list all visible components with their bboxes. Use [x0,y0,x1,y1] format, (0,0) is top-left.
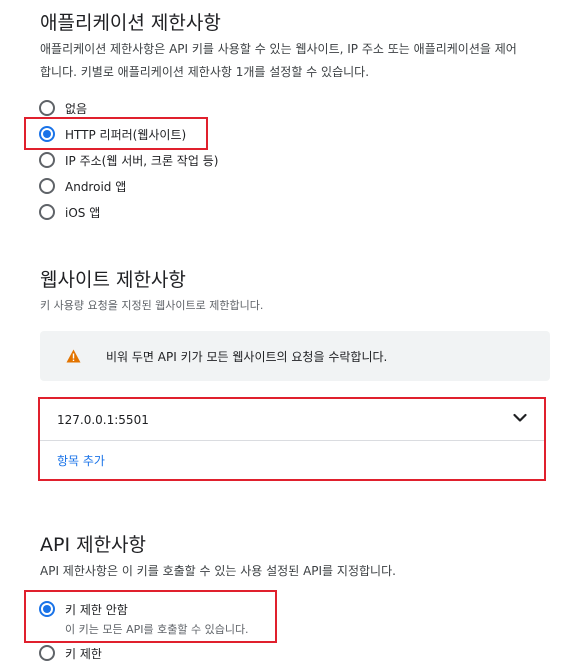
radio-android[interactable] [39,178,55,194]
warning-text: 비워 두면 API 키가 모든 웹사이트의 요청을 수락합니다. [106,350,388,364]
radio-no-restriction-label: 키 제한 안함 [65,602,128,617]
radio-option-no-restriction[interactable]: 키 제한 안함 [39,598,128,620]
radio-restrict-key[interactable] [39,645,55,661]
radio-option-http-referrer[interactable]: HTTP 리퍼러(웹사이트) [39,123,186,145]
radio-android-label: Android 앱 [65,179,127,194]
radio-option-none[interactable]: 없음 [39,97,87,119]
radio-option-restrict-key[interactable]: 키 제한 [39,642,102,664]
website-item-value: 127.0.0.1:5501 [57,413,149,427]
website-list-item[interactable]: 127.0.0.1:5501 [40,399,544,440]
radio-ip-label: IP 주소(웹 서버, 크론 작업 등) [65,153,219,168]
app-restrictions-title: 애플리케이션 제한사항 [40,12,221,34]
api-restrictions-description: API 제한사항은 이 키를 호출할 수 있는 사용 설정된 API를 지정합니… [40,564,396,578]
api-restrictions-title: API 제한사항 [40,534,147,556]
radio-http-referrer-label: HTTP 리퍼러(웹사이트) [65,127,187,142]
radio-no-restriction[interactable] [39,601,55,617]
website-list-divider [40,440,544,441]
radio-no-restriction-sublabel: 이 키는 모든 API를 호출할 수 있습니다. [65,623,249,636]
radio-ip[interactable] [39,152,55,168]
radio-option-ios[interactable]: iOS 앱 [39,201,100,223]
website-restrictions-description: 키 사용량 요청을 지정된 웹사이트로 제한합니다. [40,299,264,312]
app-restrictions-description: 애플리케이션 제한사항은 API 키를 사용할 수 있는 웹사이트, IP 주소… [40,38,517,84]
radio-ios-label: iOS 앱 [65,205,101,220]
app-restrictions-description-line2: 합니다. 키별로 애플리케이션 제한사항 1개를 설정할 수 있습니다. [40,65,370,79]
radio-ios[interactable] [39,204,55,220]
warning-icon [66,349,81,363]
radio-option-ip[interactable]: IP 주소(웹 서버, 크론 작업 등) [39,149,218,171]
website-restrictions-title: 웹사이트 제한사항 [40,269,186,291]
radio-restrict-key-label: 키 제한 [65,646,102,661]
radio-option-android[interactable]: Android 앱 [39,175,126,197]
radio-http-referrer[interactable] [39,126,55,142]
radio-none-label: 없음 [65,101,88,116]
chevron-down-icon[interactable] [513,413,527,423]
website-list: 127.0.0.1:5501 항목 추가 [40,399,544,479]
add-item-link[interactable]: 항목 추가 [57,452,105,469]
radio-none[interactable] [39,100,55,116]
warning-box: 비워 두면 API 키가 모든 웹사이트의 요청을 수락합니다. [40,331,550,381]
app-restrictions-description-line1: 애플리케이션 제한사항은 API 키를 사용할 수 있는 웹사이트, IP 주소… [40,42,517,56]
